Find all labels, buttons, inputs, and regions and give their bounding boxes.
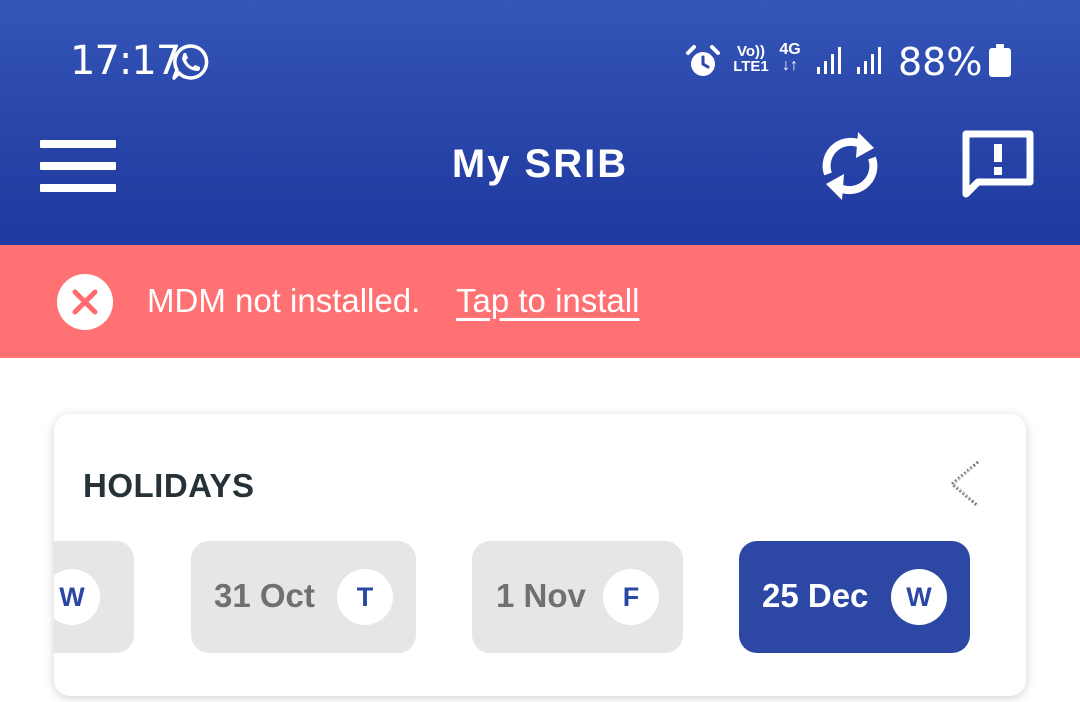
error-close-icon: [57, 274, 113, 330]
network-arrows: ↓↑: [782, 57, 798, 74]
alarm-icon: [686, 45, 720, 76]
holiday-weekday: W: [891, 569, 947, 625]
whatsapp-icon: [172, 44, 209, 80]
holiday-weekday: F: [603, 569, 659, 625]
holiday-date: 25 Dec: [762, 577, 869, 614]
holiday-chip[interactable]: W: [54, 541, 134, 653]
holiday-date: 1 Nov: [496, 577, 586, 614]
volte-indicator: Vo)) LTE1: [730, 44, 772, 74]
holiday-weekday: W: [54, 569, 100, 625]
menu-button[interactable]: [40, 138, 118, 196]
network-type: 4G: [779, 41, 801, 58]
holiday-weekday: T: [337, 569, 393, 625]
status-time: 17:17: [70, 38, 181, 84]
chevron-left-icon[interactable]: [942, 456, 986, 512]
app-title: My SRIB: [451, 142, 629, 186]
holiday-chip-selected[interactable]: 25 Dec W: [739, 541, 970, 653]
holidays-title: HOLIDAYS: [83, 467, 255, 504]
holiday-chip[interactable]: 1 Nov F: [472, 541, 683, 653]
signal-icon: [817, 47, 841, 74]
holidays-card: HOLIDAYS W 31 Oct T 1 Nov F 25 Dec W: [54, 414, 1026, 696]
volte-line1: Vo)): [736, 43, 766, 60]
holiday-chip[interactable]: 31 Oct T: [191, 541, 416, 653]
volte-line2: LTE1: [733, 58, 769, 75]
battery-icon: [989, 44, 1011, 77]
network-indicator: 4G ↓↑: [775, 42, 805, 74]
feedback-icon[interactable]: [958, 128, 1038, 204]
battery-percent: 88%: [898, 40, 983, 84]
sync-icon[interactable]: [812, 124, 888, 208]
app-header: 17:17 Vo)) LTE1 4G ↓↑ 88% My SRIB: [0, 0, 1080, 245]
install-link[interactable]: Tap to install: [456, 282, 639, 320]
holiday-date: 31 Oct: [214, 577, 315, 614]
banner-message: MDM not installed.: [147, 282, 421, 319]
signal-icon: [857, 47, 881, 74]
